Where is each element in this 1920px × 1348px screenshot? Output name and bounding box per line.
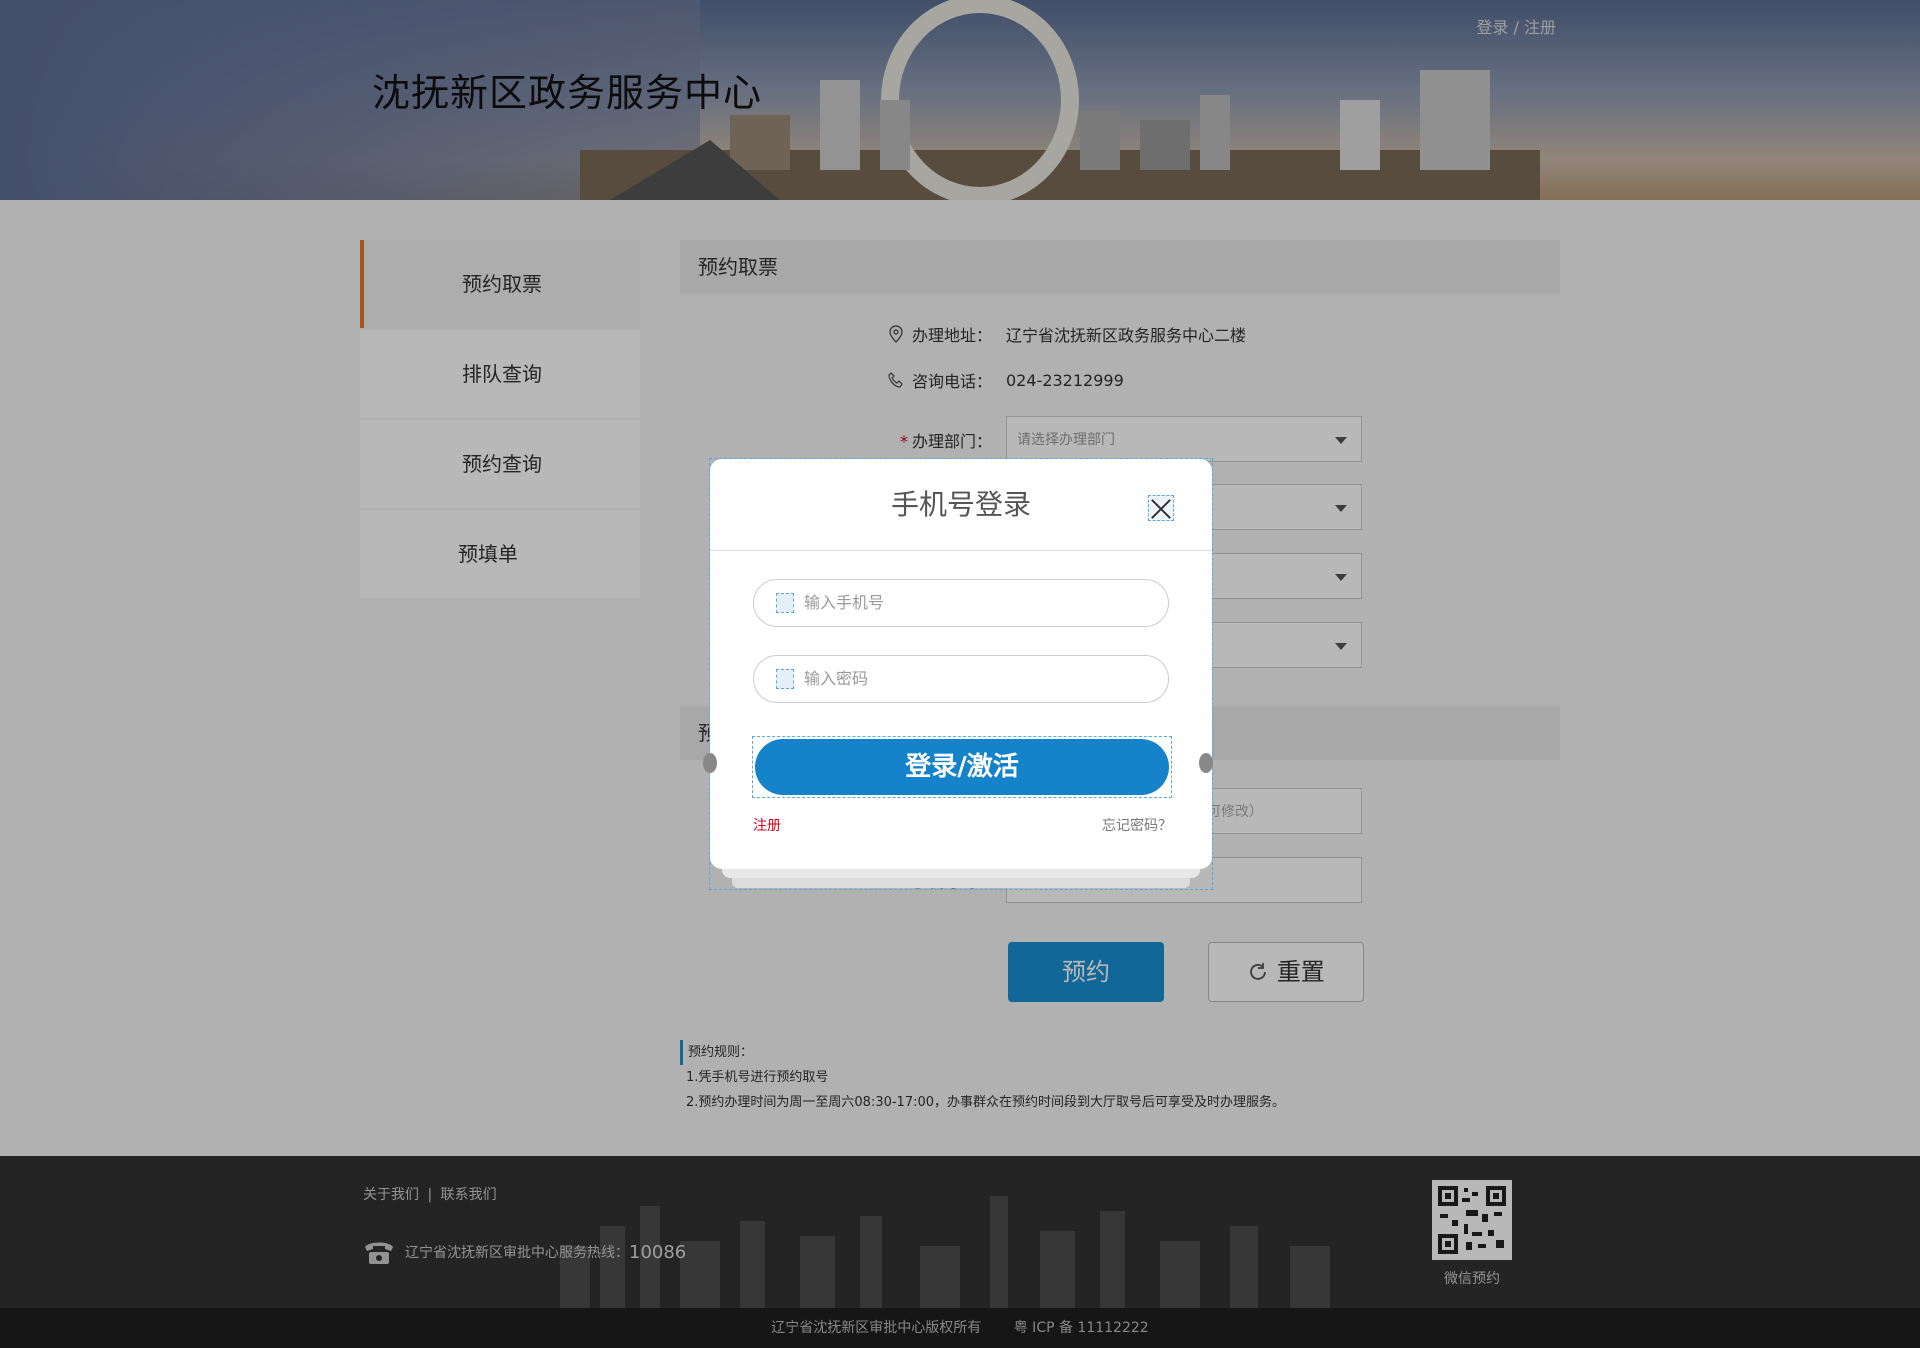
phone-input-placeholder: 输入手机号	[804, 593, 885, 612]
mobile-phone-icon	[776, 593, 794, 613]
phone-input[interactable]: 输入手机号	[753, 579, 1169, 627]
close-icon[interactable]	[1148, 495, 1174, 521]
resize-handle-left[interactable]	[703, 753, 717, 773]
login-activate-button[interactable]: 登录/激活	[755, 739, 1169, 795]
lock-icon	[776, 669, 794, 689]
modal-register-link[interactable]: 注册	[753, 815, 781, 835]
modal-title: 手机号登录	[710, 459, 1212, 551]
password-input-placeholder: 输入密码	[804, 669, 869, 688]
password-input[interactable]: 输入密码	[753, 655, 1169, 703]
forgot-password-link[interactable]: 忘记密码？	[1102, 815, 1172, 835]
login-button-wrap: 登录/激活	[752, 736, 1172, 798]
login-modal: 手机号登录 输入手机号 输入密码 登录/激活 注册 忘记密码？	[710, 459, 1212, 869]
resize-handle-right[interactable]	[1199, 753, 1213, 773]
